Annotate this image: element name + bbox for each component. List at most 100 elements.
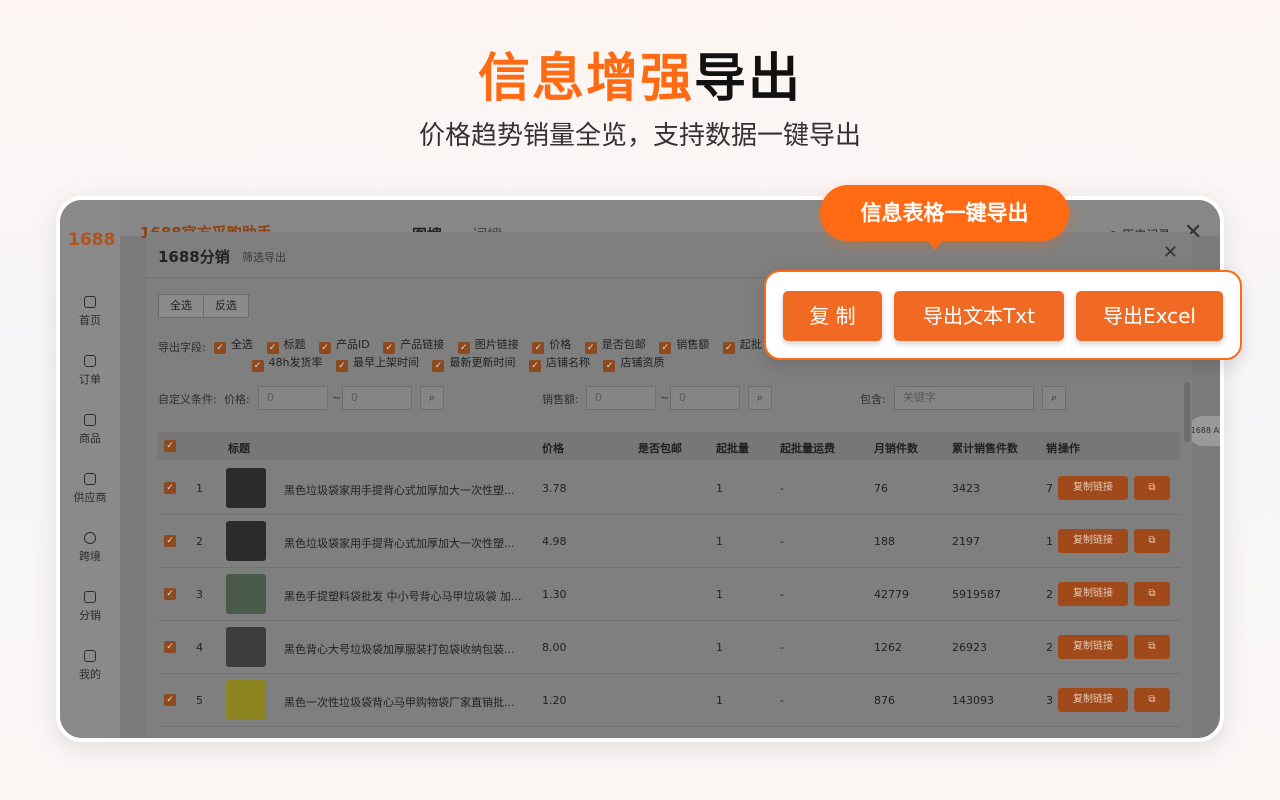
col-total-sales[interactable]: 累计销售件数 [952, 440, 1018, 456]
sidebar-item-home[interactable]: 首页 [60, 296, 120, 328]
select-all-checkbox[interactable]: ✓ [164, 440, 176, 452]
row-title[interactable]: 黑色一次性垃圾袋背心马甲购物袋厂家直销批... [284, 694, 515, 710]
col-title[interactable]: 标题 [228, 440, 250, 456]
field-checkbox[interactable]: ✓ 图片链接 [457, 336, 519, 354]
field-checkbox[interactable]: ✓ 产品ID [319, 336, 370, 354]
row-moq: 1 [716, 482, 723, 495]
row-total-sales: 5919587 [952, 588, 1001, 601]
checkbox-icon: ✓ [383, 342, 396, 354]
row-checkbox[interactable]: ✓ [164, 694, 176, 706]
external-link-icon[interactable]: ⧉ [1134, 582, 1170, 606]
copy-link-button[interactable]: 复制链接 [1058, 688, 1128, 712]
sales-min-input[interactable]: 0 [586, 386, 656, 410]
search-icon[interactable]: ⌕ [420, 386, 444, 410]
sidebar-item-label: 跨境 [79, 550, 101, 563]
external-link-icon[interactable]: ⧉ [1134, 688, 1170, 712]
scrollbar[interactable] [1184, 382, 1190, 442]
sidebar-item-suppliers[interactable]: 供应商 [60, 473, 120, 505]
field-checkbox[interactable]: ✓ 产品链接 [383, 336, 444, 354]
row-index: 5 [196, 694, 203, 707]
field-checkbox[interactable]: ✓ 全选 [214, 336, 253, 354]
row-moq-shipping: - [780, 482, 784, 495]
close-icon[interactable]: ✕ [1163, 242, 1178, 263]
external-link-icon[interactable]: ⧉ [1134, 635, 1170, 659]
field-checkbox[interactable]: ✓ 是否包邮 [584, 336, 646, 354]
export-excel-button[interactable]: 导出Excel [1076, 291, 1223, 341]
row-total-sales: 3423 [952, 482, 980, 495]
row-price: 3.78 [542, 482, 567, 495]
sidebar-item-mine[interactable]: 我的 [60, 650, 120, 682]
field-label: 起批 [739, 338, 762, 351]
row-sales-truncated: 2 [1046, 641, 1053, 654]
field-label: 价格 [549, 338, 572, 351]
row-checkbox[interactable]: ✓ [164, 535, 176, 547]
row-index: 4 [196, 641, 203, 654]
checkbox-icon: ✓ [214, 342, 226, 354]
product-thumbnail [226, 468, 266, 508]
export-panel: 复 制 导出文本Txt 导出Excel [764, 270, 1242, 360]
field-checkbox[interactable]: ✓ 店铺名称 [528, 354, 590, 372]
field-label: 48h发货率 [268, 356, 323, 369]
copy-link-button[interactable]: 复制链接 [1058, 582, 1128, 606]
copy-link-button[interactable]: 复制链接 [1058, 635, 1128, 659]
copy-link-button[interactable]: 复制链接 [1058, 476, 1128, 500]
checkbox-icon: ✓ [722, 342, 735, 354]
search-icon[interactable]: ⌕ [1042, 386, 1066, 410]
field-checkbox[interactable]: ✓ 标题 [266, 336, 306, 354]
row-monthly-sales: 1262 [874, 641, 902, 654]
row-checkbox[interactable]: ✓ [164, 588, 176, 600]
col-moq[interactable]: 起批量 [716, 440, 749, 456]
field-label: 标题 [283, 338, 306, 351]
app-sidebar: 1688 首页 订单 商品 供应商 跨境 分销 我的 [60, 200, 120, 738]
row-title[interactable]: 黑色垃圾袋家用手提背心式加厚加大一次性塑... [284, 535, 515, 551]
ai-badge[interactable]: 1688 AI [1188, 416, 1220, 446]
field-checkbox[interactable]: ✓ 48h发货率 [251, 354, 323, 372]
col-monthly-sales[interactable]: 月销件数 [874, 440, 918, 456]
row-monthly-sales: 188 [874, 535, 895, 548]
row-title[interactable]: 黑色手提塑料袋批发 中小号背心马甲垃圾袋 加... [284, 588, 521, 604]
keyword-input[interactable]: 关键字 [894, 386, 1034, 410]
row-checkbox[interactable]: ✓ [164, 482, 176, 494]
external-link-icon[interactable]: ⧉ [1134, 476, 1170, 500]
row-sales-truncated: 7 [1046, 482, 1053, 495]
sidebar-item-distribution[interactable]: 分销 [60, 591, 120, 623]
col-free-shipping[interactable]: 是否包邮 [638, 440, 682, 456]
field-checkbox[interactable]: ✓ 销售额 [659, 336, 709, 354]
home-icon [84, 296, 96, 308]
copy-link-button[interactable]: 复制链接 [1058, 529, 1128, 553]
copy-button[interactable]: 复 制 [783, 291, 882, 341]
field-label: 是否包邮 [601, 338, 646, 351]
select-all-button[interactable]: 全选 [158, 294, 204, 318]
sales-max-input[interactable]: 0 [670, 386, 740, 410]
field-checkbox[interactable]: ✓ 最新更新时间 [432, 354, 515, 372]
row-checkbox[interactable]: ✓ [164, 641, 176, 653]
field-checkbox[interactable]: ✓ 最早上架时间 [335, 354, 419, 372]
search-icon[interactable]: ⌕ [748, 386, 772, 410]
sidebar-item-label: 首页 [79, 314, 101, 327]
col-moq-shipping[interactable]: 起批量运费 [780, 440, 835, 456]
col-price[interactable]: 价格 [542, 440, 564, 456]
sidebar-item-products[interactable]: 商品 [60, 414, 120, 446]
field-checkbox[interactable]: ✓ 店铺资质 [603, 354, 664, 372]
export-fields: ✓ 全选 ✓ 标题 ✓ 产品ID ✓ 产品链接 ✓ 图片链接 ✓ 价格 ✓ 是否包邮 ✓ 销售额… [214, 336, 774, 372]
sidebar-item-crossborder[interactable]: 跨境 [60, 532, 120, 564]
fields-label: 导出字段: [158, 341, 206, 354]
table-row: ✓ 4 黑色背心大号垃圾袋加厚服装打包袋收纳包装... 8.00 1 - 126… [158, 621, 1180, 674]
globe-icon [84, 532, 96, 544]
row-title[interactable]: 黑色背心大号垃圾袋加厚服装打包袋收纳包装... [284, 641, 515, 657]
hero-title-rest: 导出 [694, 49, 803, 109]
product-thumbnail [226, 521, 266, 561]
sidebar-item-orders[interactable]: 订单 [60, 355, 120, 387]
col-sales-truncated: 销 [1046, 442, 1057, 455]
row-moq-shipping: - [780, 694, 784, 707]
external-link-icon[interactable]: ⧉ [1134, 529, 1170, 553]
export-txt-button[interactable]: 导出文本Txt [894, 291, 1064, 341]
field-checkbox[interactable]: ✓ 起批 [722, 336, 762, 354]
checkbox-icon: ✓ [319, 342, 331, 354]
invert-selection-button[interactable]: 反选 [204, 294, 249, 318]
field-checkbox[interactable]: ✓ 价格 [532, 336, 571, 354]
hero-subtitle: 价格趋势销量全览，支持数据一键导出 [418, 121, 861, 151]
price-max-input[interactable]: 0 [342, 386, 412, 410]
row-title[interactable]: 黑色垃圾袋家用手提背心式加厚加大一次性塑... [284, 482, 515, 498]
price-min-input[interactable]: 0 [258, 386, 328, 410]
